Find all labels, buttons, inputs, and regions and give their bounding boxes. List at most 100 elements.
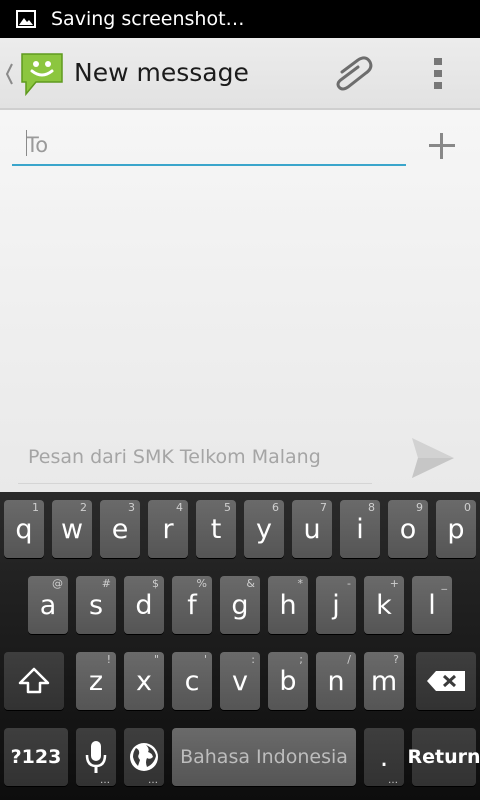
key-hint: 5 (224, 501, 231, 514)
key-hint: 0 (464, 501, 471, 514)
key-label: r (162, 513, 174, 545)
key-r[interactable]: r4 (148, 500, 188, 558)
key-label: a (39, 589, 57, 621)
symbols-key[interactable]: ?123 (4, 728, 68, 786)
key-c[interactable]: c ' (172, 652, 212, 710)
send-icon[interactable] (404, 432, 460, 484)
key-e[interactable]: e3 (100, 500, 140, 558)
key-label: m (370, 665, 398, 697)
key-label: q (15, 513, 33, 545)
voice-input-key[interactable]: … (76, 728, 116, 786)
key-z[interactable]: z! (76, 652, 116, 710)
backspace-icon (427, 671, 465, 691)
key-hint: ? (393, 653, 399, 666)
key-label: u (303, 513, 321, 545)
key-label: h (279, 589, 297, 621)
key-hint: 4 (176, 501, 183, 514)
key-label: e (111, 513, 129, 545)
key-label: v (232, 665, 248, 697)
key-hint: 3 (128, 501, 135, 514)
key-label: j (332, 589, 340, 621)
messaging-app-icon[interactable] (18, 50, 66, 98)
key-hint: 2 (80, 501, 87, 514)
key-hint: - (347, 577, 351, 590)
key-label: y (256, 513, 272, 545)
key-hint: $ (152, 577, 159, 590)
key-hint: _ (441, 577, 448, 590)
key-hint: ! (106, 653, 111, 666)
key-n[interactable]: n / (316, 652, 356, 710)
key-hint: # (101, 577, 111, 590)
more-options-dots: … (100, 775, 111, 786)
key-hint: + (389, 577, 399, 590)
backspace-key[interactable] (416, 652, 476, 710)
key-label: n (327, 665, 345, 697)
key-a[interactable]: a @ (28, 576, 68, 634)
key-m[interactable]: m? (364, 652, 404, 710)
key-label: b (279, 665, 297, 697)
symbols-label: ?123 (10, 746, 62, 768)
key-hint: @ (52, 577, 63, 590)
shift-key[interactable] (4, 652, 64, 710)
key-b[interactable]: b; (268, 652, 308, 710)
key-s[interactable]: s # (76, 576, 116, 634)
key-w[interactable]: w2 (52, 500, 92, 558)
action-bar: New message (0, 38, 480, 110)
key-u[interactable]: u7 (292, 500, 332, 558)
key-t[interactable]: t5 (196, 500, 236, 558)
key-j[interactable]: j- (316, 576, 356, 634)
key-label: d (135, 589, 153, 621)
key-hint: 6 (272, 501, 279, 514)
paperclip-icon[interactable] (330, 54, 376, 94)
key-f[interactable]: f% (172, 576, 212, 634)
key-x[interactable]: x " (124, 652, 164, 710)
status-text: Saving screenshot… (51, 8, 245, 30)
key-hint: & (246, 577, 255, 590)
soft-keyboard: q1 w2 e3 r4 t5 y6 u7 i8 o9 p0 a @ s # d $ f… (0, 492, 480, 800)
key-label: z (88, 665, 104, 697)
shift-icon (18, 667, 50, 694)
recipient-field[interactable] (12, 128, 406, 166)
space-label: Bahasa Indonesia (180, 746, 348, 768)
space-key[interactable]: Bahasa Indonesia (172, 728, 356, 786)
key-o[interactable]: o9 (388, 500, 428, 558)
message-input[interactable] (28, 440, 368, 474)
status-bar: Saving screenshot… (0, 0, 480, 38)
more-options-dots: … (388, 775, 399, 786)
key-hint: 7 (320, 501, 327, 514)
more-options-dots: … (148, 775, 159, 786)
key-d[interactable]: d $ (124, 576, 164, 634)
text-cursor (26, 130, 27, 156)
key-label: f (187, 589, 197, 621)
key-hint: 8 (368, 501, 375, 514)
key-v[interactable]: v: (220, 652, 260, 710)
key-l[interactable]: l _ (412, 576, 452, 634)
key-p[interactable]: p0 (436, 500, 476, 558)
key-h[interactable]: h * (268, 576, 308, 634)
key-label: s (88, 589, 104, 621)
period-label: . (379, 741, 389, 773)
key-g[interactable]: g & (220, 576, 260, 634)
message-field[interactable] (18, 432, 372, 484)
key-hint: : (251, 653, 255, 666)
key-i[interactable]: i8 (340, 500, 380, 558)
plus-icon[interactable] (426, 130, 458, 162)
key-hint: ' (203, 653, 207, 666)
up-caret-icon[interactable] (4, 60, 14, 88)
key-q[interactable]: q1 (4, 500, 44, 558)
globe-icon (130, 743, 158, 771)
key-k[interactable]: k + (364, 576, 404, 634)
return-key[interactable]: Return (407, 728, 480, 786)
key-label: c (184, 665, 200, 697)
key-label: t (210, 513, 222, 545)
key-hint: ; (299, 653, 303, 666)
key-hint: 1 (32, 501, 39, 514)
key-y[interactable]: y6 (244, 500, 284, 558)
key-label: i (356, 513, 364, 545)
to-input[interactable] (26, 130, 396, 160)
key-label: p (447, 513, 465, 545)
period-key[interactable]: . … (364, 728, 404, 786)
image-icon (16, 10, 36, 28)
overflow-menu-icon[interactable] (430, 56, 446, 92)
language-key[interactable]: … (124, 728, 164, 786)
